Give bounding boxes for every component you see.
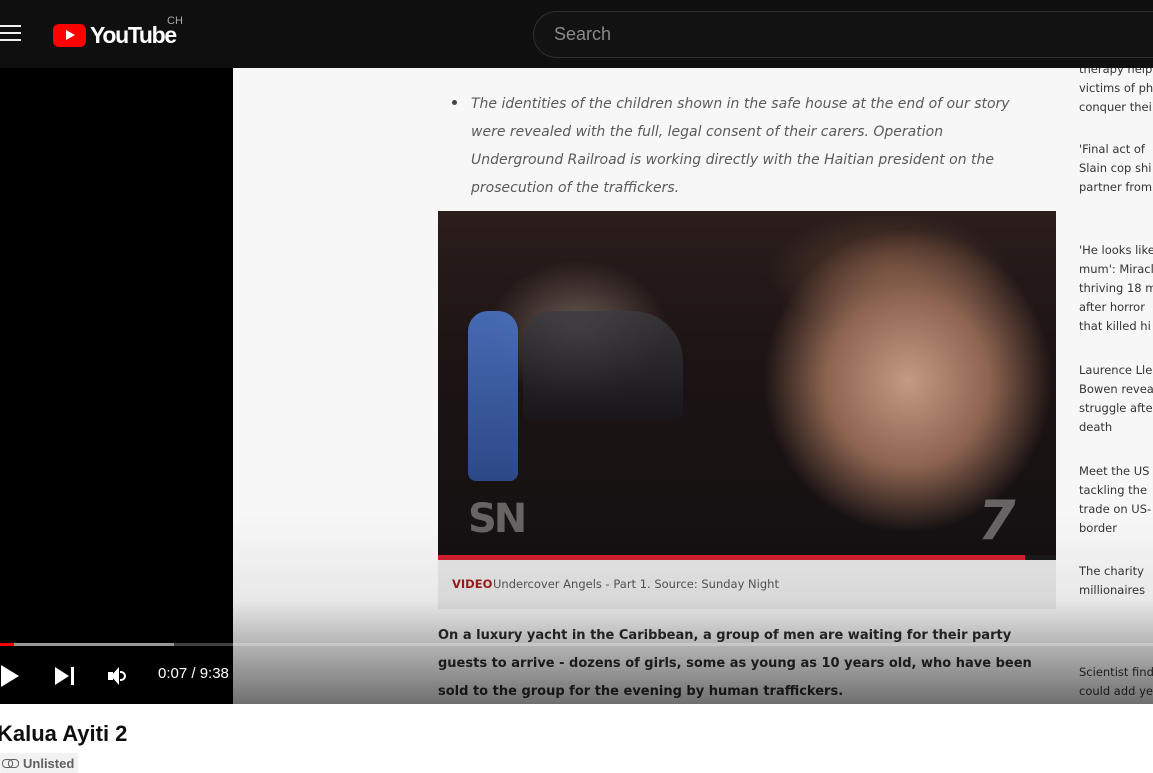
visibility-badge: Unlisted <box>0 753 79 773</box>
channel-watermark-right: 7 <box>978 489 1016 552</box>
progress-bar[interactable] <box>0 643 1153 646</box>
article-body: On a luxury yacht in the Caribbean, a gr… <box>438 628 1032 699</box>
next-icon[interactable] <box>55 666 79 686</box>
sidebar-headline-line: thriving 18 m <box>1079 281 1153 295</box>
sidebar-headline: The charity millionaires <box>1079 562 1145 600</box>
progress-loaded <box>0 643 175 646</box>
masthead: YouTube CH <box>0 0 1153 68</box>
youtube-logo[interactable]: YouTube <box>53 21 177 49</box>
sidebar-headline: Scientist find could add ye <box>1079 663 1153 701</box>
sidebar-headline: Laurence Lle Bowen revea struggle afte deat… <box>1079 361 1153 437</box>
caption-text: Undercover Angels - Part 1. Source: Sund… <box>493 577 779 591</box>
link-icon <box>2 758 19 768</box>
sidebar-headline-line: tackling the <box>1079 483 1148 497</box>
sidebar-headline-line: Bowen revea <box>1079 382 1153 396</box>
sidebar-headline-line: therapy help <box>1079 68 1153 76</box>
sidebar-headline-line: victims of ph <box>1079 81 1153 95</box>
bullet-icon <box>448 94 462 108</box>
search-box <box>533 11 1153 58</box>
sidebar-headline: 'He looks like mum': Miracl thriving 18 m a… <box>1079 241 1153 336</box>
sidebar-headline-line: border <box>1079 521 1117 535</box>
logo-text: YouTube <box>90 21 177 48</box>
caption-tag: VIDEO <box>452 577 493 591</box>
menu-icon[interactable] <box>0 22 24 46</box>
video-caption: VIDEO Undercover Angels - Part 1. Source… <box>438 560 1056 609</box>
sidebar-headline: 'Final act of Slain cop shi partner from <box>1079 140 1152 197</box>
play-icon[interactable] <box>0 664 22 688</box>
search-input[interactable] <box>534 12 1153 57</box>
sidebar-headline-line: partner from <box>1079 180 1153 194</box>
sidebar-headline-line: after horror <box>1079 300 1145 314</box>
country-code: CH <box>167 15 183 27</box>
sidebar-headline-line: millionaires <box>1079 583 1146 597</box>
time-display: 0:07 / 9:38 <box>158 665 229 682</box>
sidebar-headline-line: Meet the US <box>1079 464 1150 478</box>
channel-watermark-left: SN <box>468 496 527 542</box>
sidebar-headline-line: mum': Miracl <box>1079 262 1153 276</box>
sidebar-headline-line: trade on US- <box>1079 502 1152 516</box>
progress-played <box>0 643 14 646</box>
sidebar-headline-line: death <box>1079 420 1113 434</box>
volume-icon[interactable] <box>108 666 132 686</box>
sidebar-headline-line: could add ye <box>1079 684 1153 698</box>
embedded-video-still: SN 7 <box>438 211 1056 560</box>
sidebar-headline-line: 'Final act of <box>1079 142 1145 156</box>
visibility-label: Unlisted <box>23 755 75 771</box>
background-car <box>523 311 683 421</box>
sidebar-headline: Meet the US tackling the trade on US-borde… <box>1079 462 1151 538</box>
sidebar-headline-line: Slain cop shi <box>1079 161 1152 175</box>
sidebar-headline-line: 'He looks like <box>1079 243 1153 257</box>
background-person <box>468 311 518 481</box>
sidebar-headline-line: Laurence Lle <box>1079 363 1153 377</box>
video-title: Kalua Ayiti 2 <box>0 721 128 746</box>
sidebar-headline-line: that killed hi <box>1079 319 1151 333</box>
frame-bullet-text: The identities of the children shown in … <box>471 96 1010 196</box>
video-player[interactable]: The identities of the children shown in … <box>0 68 1153 704</box>
sidebar-headline-line: struggle afte <box>1079 401 1153 415</box>
sidebar-headline: therapy help victims of ph conquer thei <box>1079 68 1153 117</box>
video-frame: The identities of the children shown in … <box>233 68 1153 704</box>
sidebar-headline-line: conquer thei <box>1079 100 1152 114</box>
sidebar-headline-line: Scientist find <box>1079 665 1153 679</box>
youtube-logo-icon <box>53 23 86 47</box>
sidebar-headline-line: The charity <box>1079 564 1144 578</box>
